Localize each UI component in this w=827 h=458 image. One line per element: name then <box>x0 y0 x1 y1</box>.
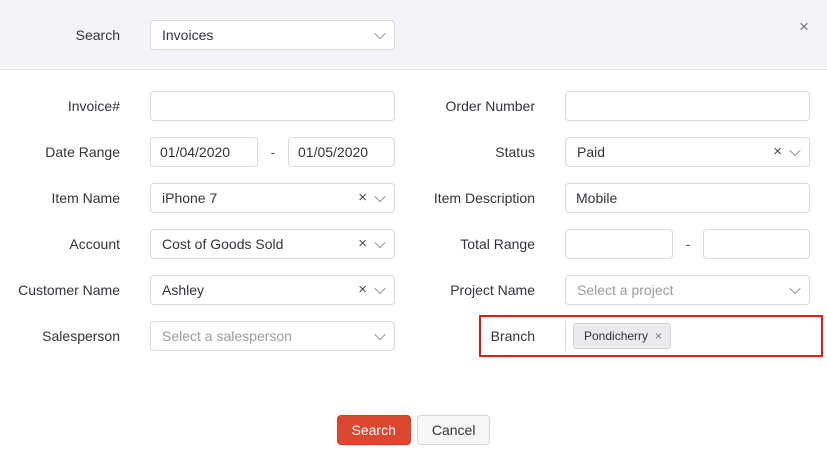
clear-icon[interactable]: × <box>773 144 782 159</box>
chevron-down-icon <box>789 283 800 294</box>
customer-name-select[interactable]: Ashley × <box>150 275 395 305</box>
field-row-salesperson: Salesperson Select a salesperson <box>0 321 395 351</box>
field-row-item-name: Item Name iPhone 7 × <box>0 183 395 213</box>
branch-chip: Pondicherry × <box>573 323 671 349</box>
date-range-from-input[interactable] <box>150 137 258 167</box>
search-entity-value: Invoices <box>162 27 376 43</box>
field-row-branch: Branch Pondicherry × <box>415 321 810 351</box>
cancel-button[interactable]: Cancel <box>417 415 491 445</box>
date-range-controls: - <box>150 137 395 167</box>
form-column-right: Order Number Status Paid × Item Descript… <box>415 91 810 367</box>
status-label: Status <box>415 144 535 160</box>
chevron-down-icon <box>374 237 385 248</box>
chevron-down-icon <box>374 191 385 202</box>
project-name-label: Project Name <box>415 282 535 298</box>
total-range-label: Total Range <box>415 236 535 252</box>
date-range-to-input[interactable] <box>288 137 395 167</box>
field-row-account: Account Cost of Goods Sold × <box>0 229 395 259</box>
order-number-label: Order Number <box>415 98 535 114</box>
dialog-header: Search Invoices × <box>0 0 827 70</box>
item-name-value: iPhone 7 <box>162 190 352 206</box>
field-row-status: Status Paid × <box>415 137 810 167</box>
field-row-date-range: Date Range - <box>0 137 395 167</box>
project-name-select[interactable]: Select a project <box>565 275 810 305</box>
form-column-left: Invoice# Date Range - Item Name iPhone 7… <box>0 91 395 367</box>
clear-icon[interactable]: × <box>358 236 367 251</box>
total-range-to-input[interactable] <box>703 229 810 259</box>
search-button[interactable]: Search <box>337 415 411 445</box>
salesperson-placeholder: Select a salesperson <box>162 328 376 344</box>
close-icon[interactable]: × <box>794 18 814 38</box>
chip-remove-icon[interactable]: × <box>655 329 662 343</box>
clear-icon[interactable]: × <box>358 282 367 297</box>
field-row-total-range: Total Range - <box>415 229 810 259</box>
total-range-from-input[interactable] <box>565 229 673 259</box>
salesperson-label: Salesperson <box>0 328 120 344</box>
field-row-customer-name: Customer Name Ashley × <box>0 275 395 305</box>
chevron-down-icon <box>789 145 800 156</box>
date-range-label: Date Range <box>0 144 120 160</box>
search-form: Invoice# Date Range - Item Name iPhone 7… <box>0 70 827 367</box>
item-description-label: Item Description <box>415 190 535 206</box>
item-description-input[interactable] <box>565 183 810 213</box>
branch-multiselect[interactable]: Pondicherry × <box>565 321 810 351</box>
range-separator: - <box>673 236 703 252</box>
item-name-select[interactable]: iPhone 7 × <box>150 183 395 213</box>
invoice-number-input[interactable] <box>150 91 395 121</box>
salesperson-select[interactable]: Select a salesperson <box>150 321 395 351</box>
account-label: Account <box>0 236 120 252</box>
clear-icon[interactable]: × <box>358 190 367 205</box>
range-separator: - <box>258 144 288 160</box>
chevron-down-icon <box>374 27 385 38</box>
status-select[interactable]: Paid × <box>565 137 810 167</box>
search-entity-select[interactable]: Invoices <box>150 20 395 50</box>
project-name-placeholder: Select a project <box>577 282 791 298</box>
chevron-down-icon <box>374 283 385 294</box>
customer-name-value: Ashley <box>162 282 352 298</box>
item-name-label: Item Name <box>0 190 120 206</box>
account-select[interactable]: Cost of Goods Sold × <box>150 229 395 259</box>
branch-chip-label: Pondicherry <box>584 329 648 343</box>
search-dialog: Search Invoices × Invoice# Date Range - <box>0 0 827 458</box>
branch-label: Branch <box>415 328 535 344</box>
field-row-order-number: Order Number <box>415 91 810 121</box>
customer-name-label: Customer Name <box>0 282 120 298</box>
total-range-controls: - <box>565 229 810 259</box>
account-value: Cost of Goods Sold <box>162 236 352 252</box>
field-row-invoice-number: Invoice# <box>0 91 395 121</box>
order-number-input[interactable] <box>565 91 810 121</box>
invoice-number-label: Invoice# <box>0 98 120 114</box>
search-type-label: Search <box>0 27 120 43</box>
chevron-down-icon <box>374 329 385 340</box>
field-row-project-name: Project Name Select a project <box>415 275 810 305</box>
dialog-footer: Search Cancel <box>0 415 827 445</box>
status-value: Paid <box>577 144 767 160</box>
field-row-item-description: Item Description <box>415 183 810 213</box>
